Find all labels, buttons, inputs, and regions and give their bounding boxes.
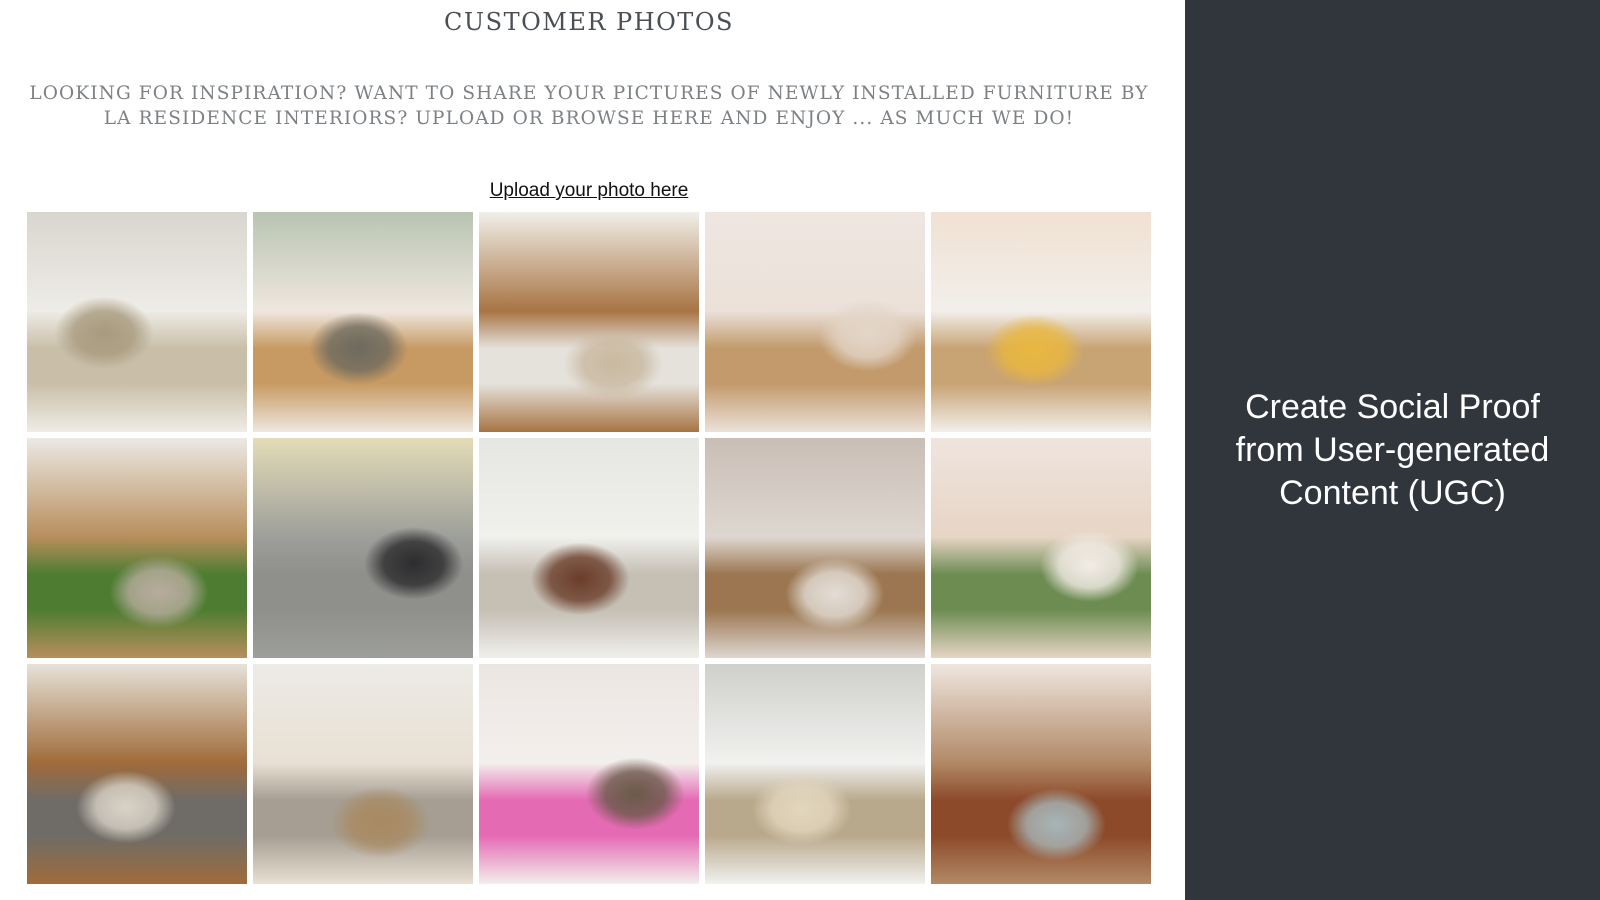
photo-image xyxy=(705,438,925,658)
photo-gallery xyxy=(27,212,1151,884)
gallery-photo[interactable] xyxy=(27,212,247,432)
upload-photo-link[interactable]: Upload your photo here xyxy=(0,180,1178,202)
photo-image xyxy=(253,212,473,432)
photo-image xyxy=(253,664,473,884)
gallery-photo[interactable] xyxy=(705,664,925,884)
gallery-photo[interactable] xyxy=(479,212,699,432)
gallery-photo[interactable] xyxy=(705,212,925,432)
gallery-photo[interactable] xyxy=(27,664,247,884)
photo-image xyxy=(705,664,925,884)
customer-photos-page: CUSTOMER PHOTOS LOOKING FOR INSPIRATION?… xyxy=(0,0,1185,900)
gallery-photo[interactable] xyxy=(479,664,699,884)
page-title: CUSTOMER PHOTOS xyxy=(444,8,734,36)
intro-text: LOOKING FOR INSPIRATION? WANT TO SHARE Y… xyxy=(29,83,1149,129)
photo-image xyxy=(479,212,699,432)
gallery-photo[interactable] xyxy=(253,212,473,432)
gallery-photo[interactable] xyxy=(479,438,699,658)
photo-image xyxy=(27,664,247,884)
caption-text: Create Social Proof from User-generated … xyxy=(1235,387,1550,512)
gallery-photo[interactable] xyxy=(253,438,473,658)
caption-panel: Create Social Proof from User-generated … xyxy=(1185,0,1600,900)
gallery-photo[interactable] xyxy=(931,438,1151,658)
photo-image xyxy=(479,664,699,884)
photo-image xyxy=(479,438,699,658)
photo-image xyxy=(27,438,247,658)
gallery-photo[interactable] xyxy=(705,438,925,658)
photo-image xyxy=(931,664,1151,884)
photo-image xyxy=(705,212,925,432)
photo-image xyxy=(931,438,1151,658)
photo-image xyxy=(931,212,1151,432)
photo-image xyxy=(27,212,247,432)
gallery-photo[interactable] xyxy=(931,212,1151,432)
gallery-photo[interactable] xyxy=(931,664,1151,884)
gallery-photo[interactable] xyxy=(253,664,473,884)
gallery-photo[interactable] xyxy=(27,438,247,658)
photo-image xyxy=(253,438,473,658)
